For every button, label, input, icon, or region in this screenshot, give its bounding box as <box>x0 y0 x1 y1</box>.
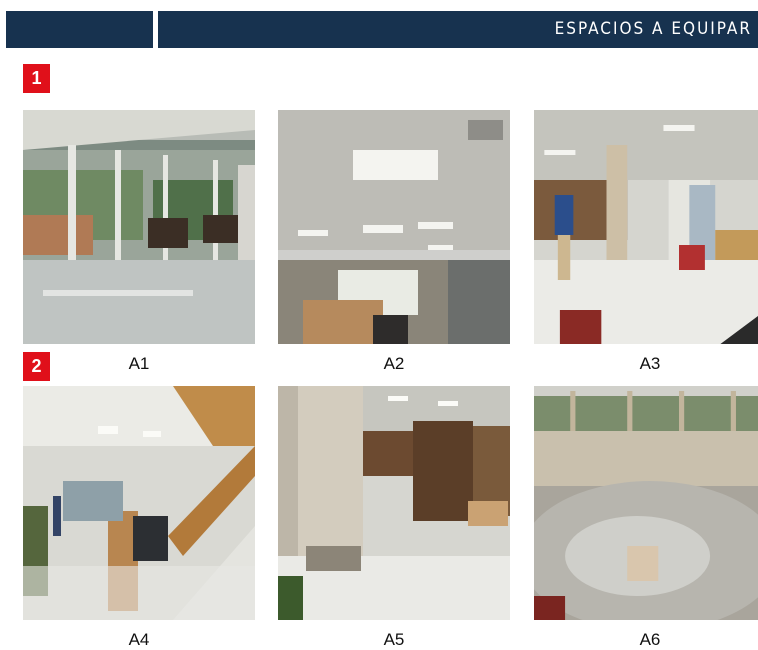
photo-a5 <box>278 386 510 620</box>
header-bar-left <box>6 11 153 48</box>
photo-caption: A4 <box>128 630 150 649</box>
photo-a6 <box>534 386 758 620</box>
photo-caption: A2 <box>383 354 405 373</box>
photo-a2 <box>278 110 510 344</box>
photo-caption: A3 <box>639 354 661 373</box>
photo-a1 <box>23 110 255 344</box>
photo-a4 <box>23 386 255 620</box>
section-badge-1: 1 <box>23 64 50 93</box>
photo-caption: A5 <box>383 630 405 649</box>
photo-caption: A1 <box>128 354 150 373</box>
photo-caption: A6 <box>639 630 661 649</box>
photo-a3 <box>534 110 758 344</box>
header-bar: ESPACIOS A EQUIPAR <box>158 11 758 48</box>
page-title: ESPACIOS A EQUIPAR <box>554 19 752 39</box>
